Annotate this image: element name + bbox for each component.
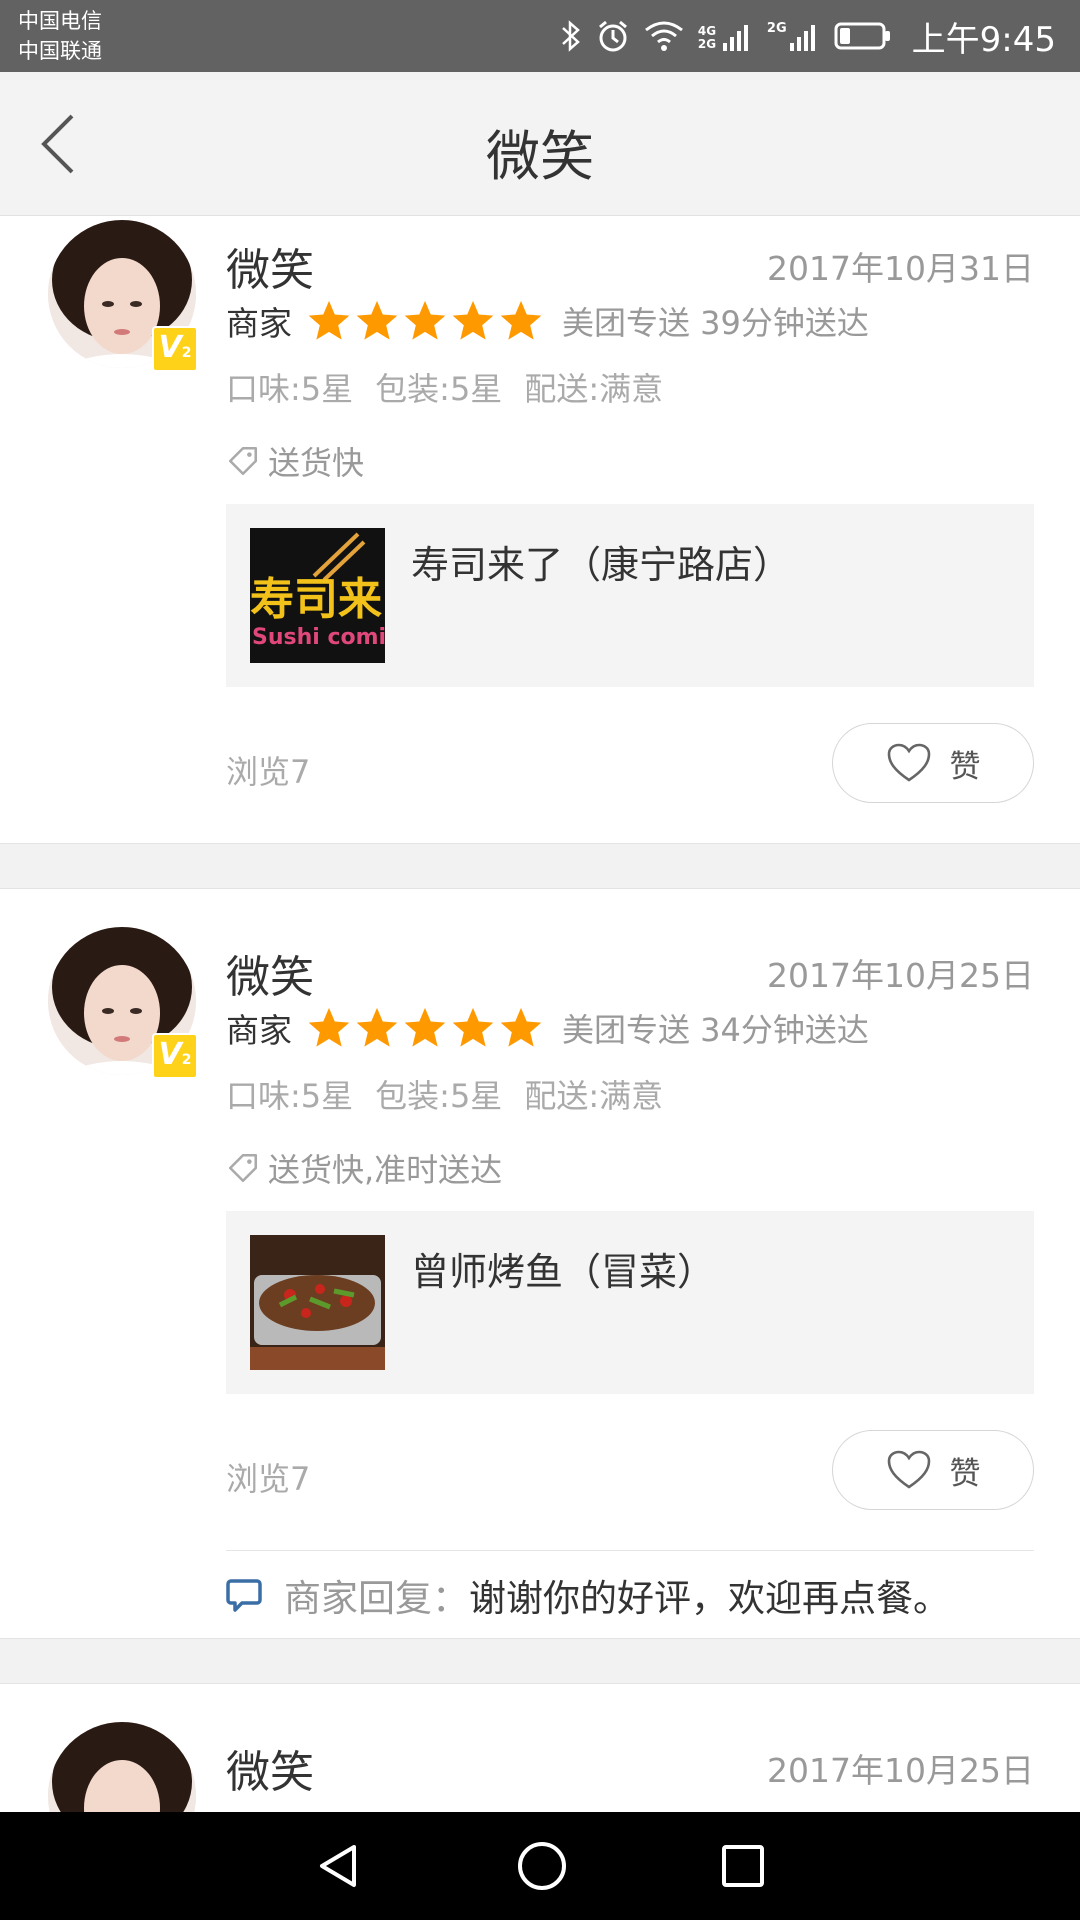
tag-icon: [228, 1153, 258, 1183]
star-rating: [306, 1005, 544, 1051]
network-1-label: 4G 2G: [697, 24, 717, 51]
tag-text: 送货快,准时送达: [268, 1151, 503, 1189]
username[interactable]: 微笑: [226, 941, 314, 1005]
vip-badge: V2: [152, 326, 198, 372]
vip-badge: V2: [152, 1033, 198, 1079]
signal-1-icon: 4G 2G: [698, 21, 753, 51]
reply-label: 商家回复：: [284, 1576, 469, 1620]
carrier-2: 中国联通: [18, 39, 102, 63]
tag-text: 送货快: [268, 444, 365, 482]
clock: 上午9:45: [911, 19, 1056, 60]
section-divider: [0, 1638, 1080, 1684]
delivery-info: 美团专送 34分钟送达: [562, 1011, 869, 1049]
sushi-logo-image: 寿司来了 Sushi coming: [250, 528, 385, 663]
view-count: 浏览7: [226, 1460, 311, 1498]
carrier-info: 中国电信 中国联通: [18, 6, 102, 66]
review-card: 微笑 2017年10月25日: [0, 1684, 1080, 1812]
signal-2-icon: 2G: [767, 21, 820, 51]
merchant-label: 商家: [226, 304, 292, 343]
taste-rating: 口味:5星: [226, 1077, 354, 1115]
avatar[interactable]: V2: [48, 220, 198, 372]
heart-icon: [887, 743, 930, 782]
star-icon: [308, 1007, 350, 1047]
bluetooth-icon: [562, 20, 580, 52]
shop-card[interactable]: 曾师烤鱼（冒菜）: [226, 1211, 1034, 1394]
delivery-rating: 配送:满意: [524, 370, 664, 408]
star-icon: [404, 300, 446, 340]
avatar-photo: [48, 1722, 196, 1812]
page-title: 微笑: [486, 125, 594, 188]
battery-icon: [834, 22, 890, 50]
star-icon: [452, 300, 494, 340]
alarm-icon: [598, 20, 627, 52]
review-feed[interactable]: V2 微笑 2017年10月31日 商家 美团专送 39分钟送达 口味:5星 包…: [0, 216, 1080, 1812]
packaging-rating: 包装:5星: [375, 1077, 503, 1115]
taste-rating: 口味:5星: [226, 370, 354, 408]
review-date: 2017年10月25日: [767, 1751, 1034, 1790]
status-icons: 4G 2G 2G 上午9:45: [560, 0, 1056, 72]
logo-text-cn: 寿司来了: [250, 574, 385, 625]
shop-thumbnail: 寿司来了 Sushi coming: [250, 528, 385, 663]
wifi-icon: [645, 21, 683, 51]
packaging-rating: 包装:5星: [375, 370, 503, 408]
merchant-label: 商家: [226, 1011, 292, 1050]
like-label: 赞: [949, 748, 981, 785]
grilled-fish-image: [250, 1235, 385, 1370]
star-icon: [500, 1007, 542, 1047]
like-button[interactable]: 赞: [832, 723, 1034, 803]
star-icon: [452, 1007, 494, 1047]
shop-name: 寿司来了（康宁路店）: [411, 543, 792, 587]
system-nav-bar: [0, 1812, 1080, 1920]
star-icon: [404, 1007, 446, 1047]
reply-text: 谢谢你的好评，欢迎再点餐。: [469, 1576, 950, 1620]
star-icon: [308, 300, 350, 340]
merchant-reply: 商家回复： 谢谢你的好评，欢迎再点餐。: [226, 1550, 1034, 1638]
nav-home-icon[interactable]: [516, 1840, 568, 1892]
shop-thumbnail: [250, 1235, 385, 1370]
review-date: 2017年10月25日: [767, 956, 1034, 995]
sub-ratings: 口味:5星 包装:5星 配送:满意: [226, 352, 1034, 422]
review-date: 2017年10月31日: [767, 249, 1034, 288]
avatar[interactable]: [48, 1722, 196, 1812]
review-tags: 送货快: [226, 422, 1034, 500]
username[interactable]: 微笑: [226, 1736, 314, 1800]
like-button[interactable]: 赞: [832, 1430, 1034, 1510]
like-label: 赞: [949, 1455, 981, 1492]
network-2-label: 2G: [766, 21, 787, 36]
review-card: V2 微笑 2017年10月31日 商家 美团专送 39分钟送达 口味:5星 包…: [0, 216, 1080, 843]
nav-recents-icon[interactable]: [720, 1843, 766, 1889]
nav-back-icon[interactable]: [314, 1841, 364, 1891]
carrier-1: 中国电信: [18, 9, 102, 33]
review-tags: 送货快,准时送达: [226, 1129, 1034, 1207]
app-header: 微笑: [0, 72, 1080, 216]
section-divider: [0, 843, 1080, 889]
username[interactable]: 微笑: [226, 234, 314, 298]
tag-icon: [228, 446, 258, 476]
view-count: 浏览7: [226, 753, 311, 791]
review-card: V2 微笑 2017年10月25日 商家 美团专送 34分钟送达 口味:5星 包…: [0, 889, 1080, 1638]
shop-name: 曾师烤鱼（冒菜）: [411, 1250, 716, 1294]
star-rating: [306, 298, 544, 344]
star-icon: [356, 300, 398, 340]
delivery-info: 美团专送 39分钟送达: [562, 304, 869, 342]
sub-ratings: 口味:5星 包装:5星 配送:满意: [226, 1059, 1034, 1129]
heart-icon: [887, 1450, 930, 1489]
avatar[interactable]: V2: [48, 927, 198, 1079]
star-icon: [500, 300, 542, 340]
star-icon: [356, 1007, 398, 1047]
delivery-rating: 配送:满意: [524, 1077, 664, 1115]
speech-bubble-icon: [226, 1578, 262, 1612]
shop-card[interactable]: 寿司来了 Sushi coming 寿司来了（康宁路店）: [226, 504, 1034, 687]
status-bar: 中国电信 中国联通 4G 2G 2G 上午9:45: [0, 0, 1080, 72]
logo-text-en: Sushi coming: [252, 625, 385, 650]
